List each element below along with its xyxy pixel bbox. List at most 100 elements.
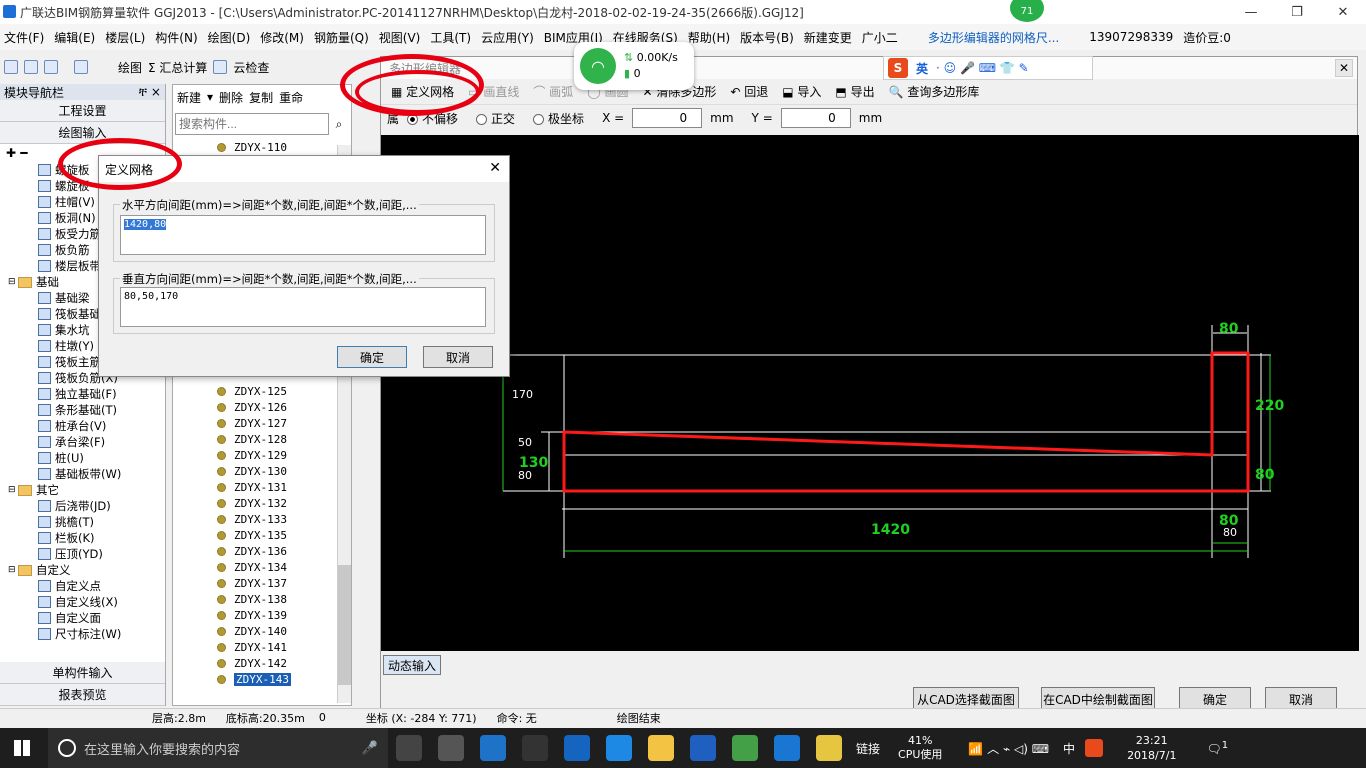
- taskbar-link[interactable]: 链接: [856, 740, 880, 757]
- delete-component-button[interactable]: 删除: [219, 89, 243, 106]
- y-input[interactable]: 0: [780, 108, 851, 128]
- edge-icon[interactable]: [564, 735, 590, 761]
- list-item[interactable]: ZDYX-141: [173, 639, 343, 655]
- new-file-icon[interactable]: [4, 60, 18, 74]
- menu-item-6[interactable]: 钢筋量(Q): [314, 29, 369, 46]
- mic-icon[interactable]: 🎤: [362, 741, 378, 756]
- tree-item[interactable]: 基础板带(W): [38, 466, 165, 482]
- list-item[interactable]: ZDYX-132: [173, 495, 343, 511]
- tree-item[interactable]: 栏板(K): [38, 530, 165, 546]
- list-item[interactable]: ZDYX-128: [173, 431, 343, 447]
- menu-item-14[interactable]: 新建变更: [804, 29, 852, 46]
- sogou-icon[interactable]: S: [888, 58, 908, 78]
- tree-item[interactable]: 尺寸标注(W): [38, 626, 165, 642]
- search-icon[interactable]: ⌕: [329, 113, 349, 135]
- component-search-input[interactable]: [175, 113, 329, 135]
- glodon-icon[interactable]: [690, 735, 716, 761]
- tree-item[interactable]: 后浇带(JD): [38, 498, 165, 514]
- nav-project-settings[interactable]: 工程设置: [0, 100, 165, 122]
- list-item[interactable]: ZDYX-110: [173, 139, 351, 155]
- list-item[interactable]: ZDYX-142: [173, 655, 343, 671]
- open-file-icon[interactable]: [24, 60, 38, 74]
- clock[interactable]: 23:21 2018/7/1: [1127, 733, 1176, 763]
- app360-icon[interactable]: [732, 735, 758, 761]
- menu-item-2[interactable]: 楼层(L): [105, 29, 145, 46]
- tree-item[interactable]: 条形基础(T): [38, 402, 165, 418]
- taskbar-search[interactable]: 在这里输入你要搜索的内容 🎤: [48, 728, 388, 768]
- close-button[interactable]: ✕: [1320, 0, 1366, 24]
- notes-icon[interactable]: [816, 735, 842, 761]
- folder-icon[interactable]: [648, 735, 674, 761]
- dynamic-input-button[interactable]: 动态输入: [383, 655, 441, 675]
- list-item[interactable]: ZDYX-140: [173, 623, 343, 639]
- list-item[interactable]: ZDYX-131: [173, 479, 343, 495]
- tray-ime[interactable]: 中: [1063, 740, 1075, 757]
- nav-pin-close[interactable]: ቸ ×: [139, 85, 161, 100]
- sogou-tray-icon[interactable]: [1085, 739, 1104, 757]
- list-item[interactable]: ZDYX-125: [173, 383, 343, 399]
- rename-component-button[interactable]: 重命: [279, 89, 303, 106]
- menu-item-7[interactable]: 视图(V): [379, 29, 421, 46]
- tree-item[interactable]: 挑檐(T): [38, 514, 165, 530]
- undo-button[interactable]: ↶ 回退: [730, 83, 768, 100]
- menu-item-5[interactable]: 修改(M): [260, 29, 304, 46]
- vertical-spacing-input[interactable]: 80,50,170: [120, 287, 486, 327]
- list-item[interactable]: ZDYX-127: [173, 415, 343, 431]
- horizontal-spacing-input[interactable]: 1420,80: [120, 215, 486, 255]
- tree-item[interactable]: 桩承台(V): [38, 418, 165, 434]
- toolbar-draw[interactable]: 绘图: [118, 59, 142, 76]
- dialog-close-button[interactable]: ✕: [489, 160, 501, 176]
- option-polar[interactable]: 极坐标: [533, 110, 584, 127]
- tree-item[interactable]: ⊟ 其它: [8, 482, 165, 498]
- menu-item-9[interactable]: 云应用(Y): [481, 29, 534, 46]
- option-orthogonal[interactable]: 正交: [476, 110, 515, 127]
- speed-badge[interactable]: 71: [1010, 0, 1044, 22]
- menu-item-1[interactable]: 编辑(E): [54, 29, 95, 46]
- tree-item[interactable]: ⊟ 自定义: [8, 562, 165, 578]
- toolbar-sum[interactable]: Σ 汇总计算: [148, 59, 207, 76]
- windows-start-icon[interactable]: [14, 740, 30, 756]
- menu-item-15[interactable]: 广小二: [862, 29, 898, 46]
- menu-item-8[interactable]: 工具(T): [430, 29, 471, 46]
- menu-item-17[interactable]: 13907298339: [1089, 30, 1173, 44]
- list-item[interactable]: ZDYX-143: [173, 671, 343, 687]
- new-component-button[interactable]: 新建: [177, 89, 201, 106]
- list-item[interactable]: ZDYX-134: [173, 559, 343, 575]
- minimize-button[interactable]: —: [1228, 0, 1274, 24]
- list-item[interactable]: ZDYX-135: [173, 527, 343, 543]
- undo-icon[interactable]: [74, 60, 88, 74]
- search-app-icon[interactable]: [522, 735, 548, 761]
- menu-item-16[interactable]: 多边形编辑器的网格尺...: [928, 29, 1059, 46]
- nav-single-component[interactable]: 单构件输入: [0, 662, 165, 684]
- cpu-widget[interactable]: 41% CPU使用: [898, 734, 942, 762]
- draw-arc-button[interactable]: ⌒ 画弧: [533, 83, 573, 100]
- tree-item[interactable]: 桩(U): [38, 450, 165, 466]
- list-item[interactable]: ZDYX-139: [173, 607, 343, 623]
- save-icon[interactable]: [44, 60, 58, 74]
- list-item[interactable]: ZDYX-133: [173, 511, 343, 527]
- tree-item[interactable]: 自定义线(X): [38, 594, 165, 610]
- browser-icon[interactable]: [606, 735, 632, 761]
- menu-item-12[interactable]: 帮助(H): [688, 29, 730, 46]
- drawing-canvas[interactable]: 170 50 130 80 80 220 80 1420 80 80: [381, 135, 1359, 651]
- ie-icon[interactable]: [480, 735, 506, 761]
- ime-lang[interactable]: 英: [916, 60, 928, 77]
- network-widget[interactable]: ◠ ⇅ 0.00K/s ▮ 0: [574, 42, 694, 90]
- list-item[interactable]: ZDYX-126: [173, 399, 343, 415]
- toolbar-cloud-check[interactable]: 云检查: [233, 59, 269, 76]
- ggj-icon[interactable]: [774, 735, 800, 761]
- nav-report-preview[interactable]: 报表预览: [0, 684, 165, 706]
- query-library-button[interactable]: 🔍 查询多边形库: [889, 83, 980, 100]
- list-item[interactable]: ZDYX-130: [173, 463, 343, 479]
- list-item[interactable]: ZDYX-138: [173, 591, 343, 607]
- tray-icons[interactable]: 📶 ︿ ⌁ ◁) ⌨: [968, 740, 1049, 757]
- list-item[interactable]: ZDYX-136: [173, 543, 343, 559]
- export-button[interactable]: ⬒ 导出: [835, 83, 874, 100]
- fan-icon[interactable]: [438, 735, 464, 761]
- menu-item-18[interactable]: 造价豆:0: [1183, 29, 1231, 46]
- tree-item[interactable]: 自定义面: [38, 610, 165, 626]
- menu-item-0[interactable]: 文件(F): [4, 29, 44, 46]
- menu-item-13[interactable]: 版本号(B): [740, 29, 794, 46]
- menu-item-3[interactable]: 构件(N): [155, 29, 197, 46]
- tree-item[interactable]: 独立基础(F): [38, 386, 165, 402]
